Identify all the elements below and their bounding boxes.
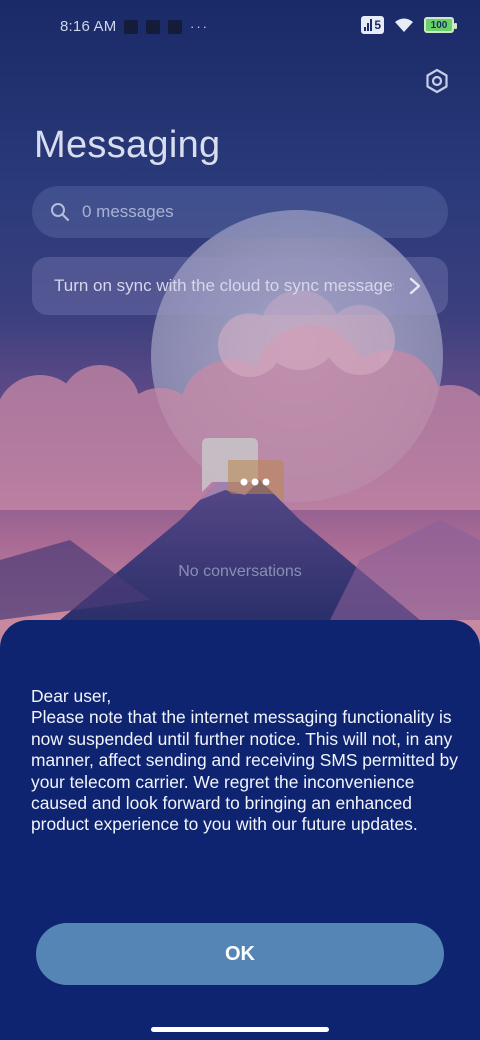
- battery-level: 100: [430, 19, 448, 31]
- search-icon: [51, 203, 70, 222]
- chat-bubbles-icon: [202, 438, 284, 502]
- sync-banner-text: Turn on sync with the cloud to sync mess…: [54, 276, 394, 295]
- status-time: 8:16 AM: [60, 18, 117, 35]
- home-indicator[interactable]: [151, 1027, 329, 1032]
- signal-icon: 5: [361, 16, 384, 34]
- search-bar[interactable]: [32, 186, 448, 238]
- app-notification-icon: [124, 19, 138, 34]
- wifi-icon: [395, 18, 413, 32]
- status-right-icons: 5 100: [361, 16, 457, 34]
- page-title: Messaging: [34, 124, 221, 166]
- search-input[interactable]: [82, 202, 402, 222]
- notice-message: Dear user, Please note that the internet…: [31, 686, 458, 835]
- ok-button[interactable]: OK: [36, 923, 444, 985]
- sim-slot-label: 5: [374, 18, 381, 32]
- app-notification-icon-2: [168, 19, 182, 34]
- battery-icon: 100: [424, 17, 457, 33]
- cloud-sync-banner[interactable]: Turn on sync with the cloud to sync mess…: [32, 257, 448, 315]
- empty-state-text: No conversations: [178, 563, 302, 580]
- chevron-right-icon: [409, 277, 421, 295]
- notification-icons: ···: [124, 19, 209, 34]
- settings-button[interactable]: [422, 66, 452, 96]
- more-notifications-icon: ···: [190, 19, 209, 34]
- messaging-screen: 8:16 AM ··· 5 100 Messaging 0 messages T…: [0, 0, 480, 1040]
- message-notification-icon: [146, 19, 160, 34]
- gear-icon: [426, 68, 448, 94]
- status-bar: 8:16 AM ··· 5 100: [0, 0, 480, 56]
